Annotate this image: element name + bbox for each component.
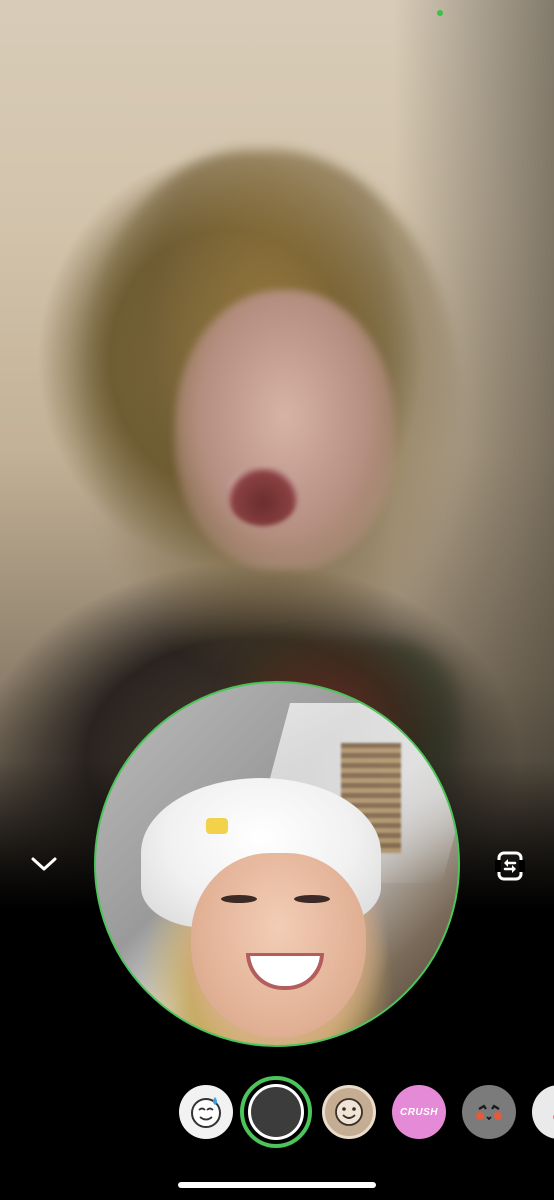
self-view-bubble[interactable] — [94, 681, 460, 1047]
partial-filter[interactable] — [532, 1085, 554, 1139]
blush-face-icon — [476, 1104, 502, 1121]
face-sticker-icon — [191, 1097, 221, 1128]
camera-active-indicator — [437, 10, 443, 16]
smiley-face-icon — [335, 1098, 363, 1126]
smiley-filter[interactable] — [322, 1085, 376, 1139]
flip-camera-icon — [495, 851, 525, 881]
face-sticker-filter[interactable] — [179, 1085, 233, 1139]
blush-face-filter[interactable] — [462, 1085, 516, 1139]
partial-filter-icon — [553, 1114, 554, 1120]
chevron-down-icon — [31, 857, 57, 871]
capture-button[interactable] — [240, 1076, 312, 1148]
filter-carousel: CRUSH — [0, 1076, 554, 1150]
collapse-button[interactable] — [28, 848, 60, 880]
crush-filter-label: CRUSH — [399, 1106, 439, 1118]
video-call-screen: CRUSH — [0, 0, 554, 1200]
crush-filter[interactable]: CRUSH — [392, 1085, 446, 1139]
capture-button-inner — [248, 1084, 304, 1140]
flip-camera-button[interactable] — [493, 848, 527, 884]
home-indicator[interactable] — [178, 1182, 376, 1188]
